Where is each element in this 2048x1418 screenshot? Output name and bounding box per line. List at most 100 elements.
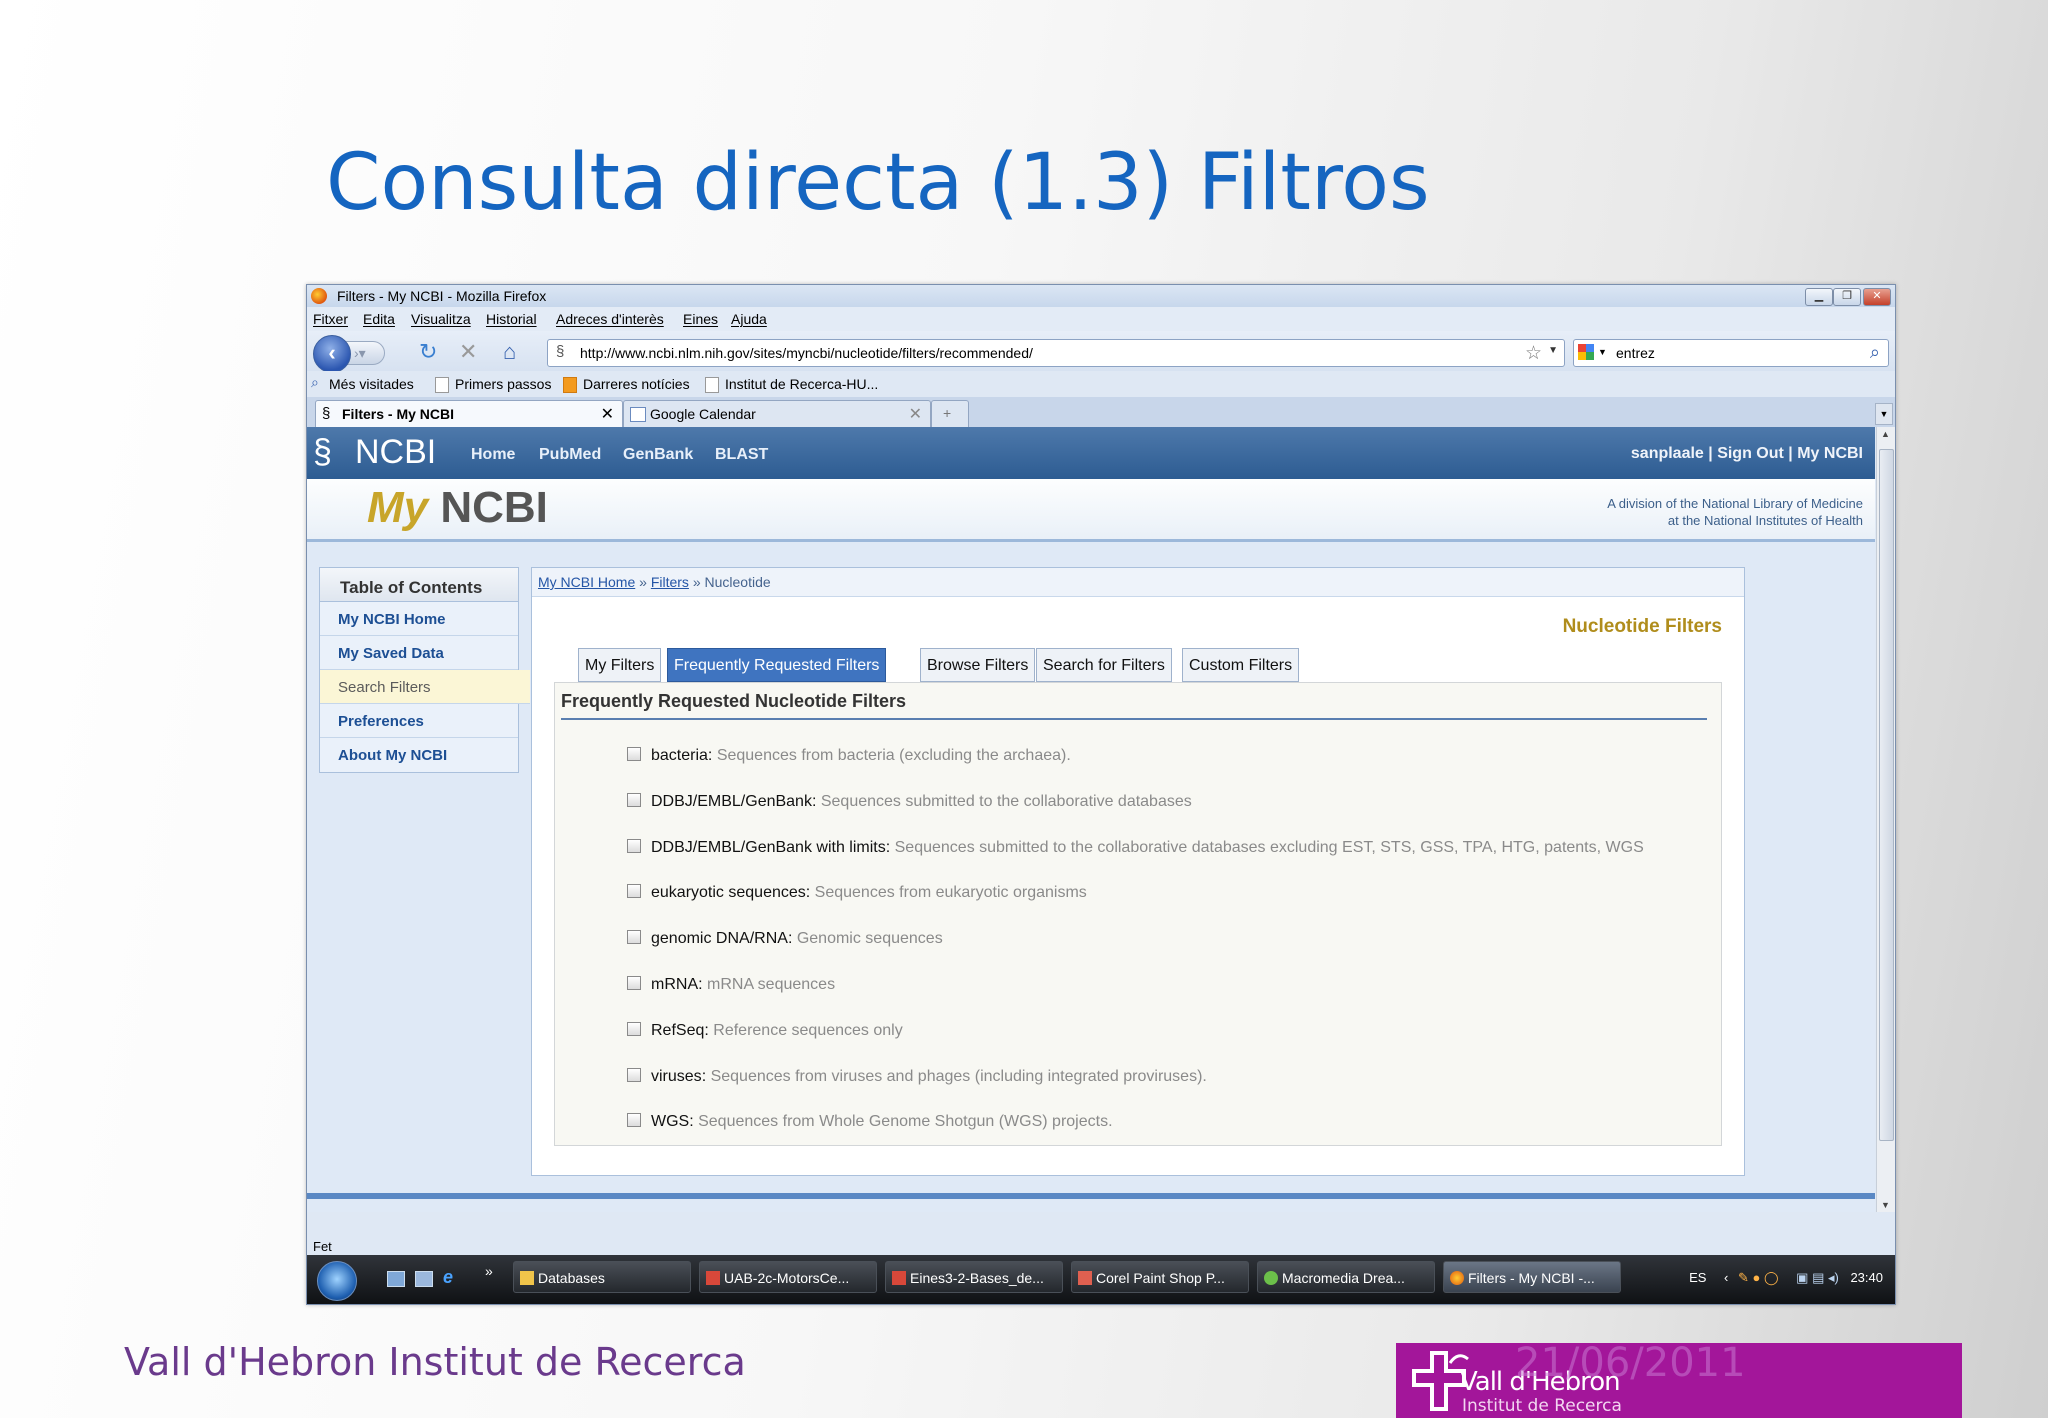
filter-checkbox[interactable] <box>627 747 641 761</box>
scrollbar-thumb[interactable] <box>1879 449 1894 1141</box>
taskbar-item-corel[interactable]: Corel Paint Shop P... <box>1071 1261 1249 1293</box>
stop-icon[interactable]: ✕ <box>459 340 477 364</box>
nav-home[interactable]: Home <box>471 446 515 464</box>
menu-visualitza[interactable]: Visualitza <box>411 311 471 327</box>
taskbar-item-databases[interactable]: Databases <box>513 1261 691 1293</box>
toc-item-preferences[interactable]: Preferences <box>320 704 518 738</box>
restore-button[interactable]: ❐ <box>1833 288 1861 306</box>
search-icon[interactable]: ⌕ <box>1870 342 1880 363</box>
reload-icon[interactable]: ↻ <box>419 340 437 364</box>
toc-item-about-my-ncbi[interactable]: About My NCBI <box>320 738 518 772</box>
google-icon[interactable] <box>1578 344 1594 360</box>
tab-label[interactable]: Google Calendar <box>650 406 756 422</box>
filter-row: WGS: Sequences from Whole Genome Shotgun… <box>627 1113 1113 1131</box>
switch-windows-icon[interactable] <box>415 1271 433 1287</box>
filter-checkbox[interactable] <box>627 930 641 944</box>
menu-eines[interactable]: Eines <box>683 311 718 327</box>
menu-ajuda[interactable]: Ajuda <box>731 311 767 327</box>
new-tab-button[interactable]: + <box>931 400 969 428</box>
tab-filters-my-ncbi[interactable]: § Filters - My NCBI ✕ <box>315 400 623 428</box>
url-dropdown-icon[interactable]: ▼ <box>1548 345 1558 356</box>
filter-name: eukaryotic sequences <box>651 884 806 901</box>
tab-custom-filters[interactable]: Custom Filters <box>1182 648 1300 682</box>
site-identity-icon[interactable]: § <box>556 343 564 360</box>
user-links[interactable]: sanplaale | Sign Out | My NCBI <box>1631 445 1863 463</box>
plus-icon[interactable]: + <box>943 405 951 421</box>
filters-panel: Frequently Requested Nucleotide Filters … <box>554 682 1722 1146</box>
filter-checkbox[interactable] <box>627 793 641 807</box>
url-bar[interactable]: § http://www.ncbi.nlm.nih.gov/sites/mync… <box>547 339 1565 367</box>
close-tab-icon[interactable]: ✕ <box>909 404 922 424</box>
tab-browse-filters[interactable]: Browse Filters <box>920 648 1036 682</box>
network-volume-icons[interactable]: ▣ ▤ ◂) <box>1796 1270 1839 1285</box>
vertical-scrollbar[interactable]: ▲ ▼ <box>1876 427 1895 1212</box>
tray-expand-icon[interactable]: ‹ <box>1724 1270 1728 1285</box>
taskbar-item-uab[interactable]: UAB-2c-MotorsCe... <box>699 1261 877 1293</box>
tab-google-calendar[interactable]: Google Calendar ✕ <box>623 400 931 428</box>
taskbar-item-macromedia[interactable]: Macromedia Drea... <box>1257 1261 1435 1293</box>
bookmark-star-icon[interactable]: ☆ <box>1525 342 1542 365</box>
tab-my-filters[interactable]: My Filters <box>578 648 662 682</box>
menu-fitxer[interactable]: Fitxer <box>313 311 348 327</box>
toc-item-my-ncbi-home[interactable]: My NCBI Home <box>320 602 518 636</box>
nav-genbank[interactable]: GenBank <box>623 446 693 464</box>
tab-label[interactable]: Filters - My NCBI <box>342 406 454 422</box>
toc-item-my-saved-data[interactable]: My Saved Data <box>320 636 518 670</box>
filter-checkbox[interactable] <box>627 1022 641 1036</box>
filter-checkbox[interactable] <box>627 839 641 853</box>
nav-pubmed[interactable]: PubMed <box>539 446 601 464</box>
engine-dropdown-icon[interactable]: ▼ <box>1598 347 1607 357</box>
search-input[interactable]: entrez <box>1616 345 1655 361</box>
menu-historial[interactable]: Historial <box>486 311 537 327</box>
search-box[interactable]: ▼ entrez ⌕ <box>1573 339 1889 367</box>
filter-description: Reference sequences only <box>713 1022 903 1039</box>
myncbi-logo-ncbi: NCBI <box>440 483 548 532</box>
url-text[interactable]: http://www.ncbi.nlm.nih.gov/sites/myncbi… <box>580 345 1033 361</box>
ncbi-logo[interactable]: NCBI <box>355 433 436 472</box>
quick-launch-more-icon[interactable]: » <box>485 1263 493 1279</box>
back-button[interactable]: ‹ <box>313 335 351 373</box>
close-window-button[interactable]: ✕ <box>1863 288 1891 306</box>
toc-item-search-filters[interactable]: Search Filters <box>320 670 530 704</box>
breadcrumb-filters[interactable]: Filters <box>651 574 689 590</box>
ncbi-helix-icon: § <box>313 433 332 471</box>
menu-edita[interactable]: Edita <box>363 311 395 327</box>
filter-row: viruses: Sequences from viruses and phag… <box>627 1068 1207 1086</box>
close-tab-icon[interactable]: ✕ <box>601 404 614 424</box>
menu-adreces[interactable]: Adreces d'interès <box>556 311 664 327</box>
tray-app-icons[interactable]: ✎ ● ◯ <box>1738 1270 1779 1285</box>
start-button[interactable] <box>317 1261 357 1301</box>
system-tray: ES ‹ ✎ ● ◯ ▣ ▤ ◂) 23:40 <box>1689 1270 1883 1286</box>
home-icon[interactable]: ⌂ <box>503 340 516 364</box>
filter-description: Sequences submitted to the collaborative… <box>820 793 1192 810</box>
bookmark-darreres-noticies[interactable]: Darreres notícies <box>583 376 690 392</box>
taskbar-item-firefox[interactable]: Filters - My NCBI -... <box>1443 1261 1621 1293</box>
tab-frequently-requested-filters[interactable]: Frequently Requested Filters <box>667 648 887 682</box>
ncbi-tab-icon: § <box>322 405 331 422</box>
filter-checkbox[interactable] <box>627 1113 641 1127</box>
browser-window: Filters - My NCBI - Mozilla Firefox ▁ ❐ … <box>306 284 1896 1305</box>
filter-description: Sequences from eukaryotic organisms <box>814 884 1087 901</box>
clock[interactable]: 23:40 <box>1850 1270 1883 1285</box>
scroll-up-icon[interactable]: ▲ <box>1881 429 1890 439</box>
nav-blast[interactable]: BLAST <box>715 446 768 464</box>
filter-row: eukaryotic sequences: Sequences from euk… <box>627 884 1087 902</box>
scroll-down-icon[interactable]: ▼ <box>1881 1200 1890 1210</box>
tab-search-for-filters[interactable]: Search for Filters <box>1036 648 1172 682</box>
filter-checkbox[interactable] <box>627 1068 641 1082</box>
minimize-button[interactable]: ▁ <box>1805 288 1833 306</box>
show-desktop-icon[interactable] <box>387 1271 405 1287</box>
internet-explorer-icon[interactable]: e <box>443 1267 453 1288</box>
powerpoint-icon <box>892 1271 906 1285</box>
powerpoint-icon <box>706 1271 720 1285</box>
tab-list-button[interactable]: ▼ <box>1875 403 1893 425</box>
breadcrumb-my-ncbi-home[interactable]: My NCBI Home <box>538 574 635 590</box>
filter-checkbox[interactable] <box>627 884 641 898</box>
bookmark-institut-recerca[interactable]: Institut de Recerca-HU... <box>725 376 878 392</box>
bookmark-primers-passos[interactable]: Primers passos <box>455 376 551 392</box>
bookmark-mes-visitades[interactable]: Més visitades <box>329 376 414 392</box>
filter-checkbox[interactable] <box>627 976 641 990</box>
filter-description: Sequences from viruses and phages (inclu… <box>710 1068 1207 1085</box>
language-indicator[interactable]: ES <box>1689 1270 1706 1285</box>
taskbar-item-eines3[interactable]: Eines3-2-Bases_de... <box>885 1261 1063 1293</box>
